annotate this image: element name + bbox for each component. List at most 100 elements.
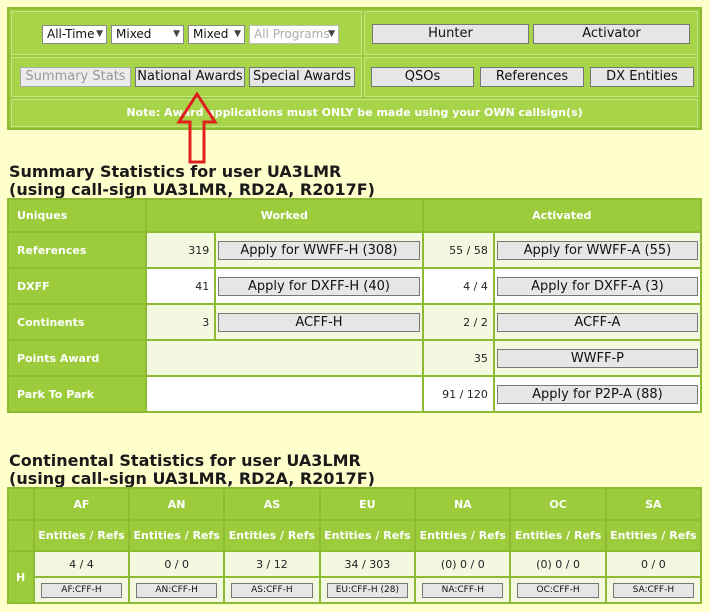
continent-value-sa: 0 / 0 (606, 552, 700, 576)
header-worked: Worked (147, 200, 422, 231)
apply-dxff-a-button[interactable]: Apply for DXFF-A (3) (496, 276, 698, 296)
apply-wwff-h-button[interactable]: Apply for WWFF-H (308) (218, 240, 420, 260)
worked-empty-cell (147, 341, 422, 375)
continent-header-eu: EU (320, 489, 415, 519)
role-cell: Hunter Activator (364, 11, 698, 55)
tab-national-awards[interactable]: National Awards (135, 67, 245, 87)
activated-action-cell: ACFF-A (494, 305, 700, 339)
subheader: Entities / Refs (416, 521, 510, 550)
mode-select-1[interactable]: Mixed ▼ (111, 25, 184, 44)
qsos-button[interactable]: QSOs (371, 67, 474, 87)
eu-cff-h-button[interactable]: EU:CFF-H (28) (326, 582, 409, 598)
table-row: Points Award 35 WWFF-P (9, 341, 700, 375)
summary-title: Summary Statistics for user UA3LMR (9, 162, 342, 181)
row-label: Points Award (9, 341, 145, 375)
subheader: Entities / Refs (34, 521, 129, 550)
activator-button[interactable]: Activator (533, 24, 690, 44)
continent-header-as: AS (225, 489, 319, 519)
activated-count: 2 / 2 (423, 305, 493, 339)
mode-select-1-value: Mixed (116, 27, 152, 41)
oc-cff-h-button[interactable]: OC:CFF-H (517, 582, 599, 598)
period-select[interactable]: All-Time ▼ (42, 25, 107, 44)
continent-value-an: 0 / 0 (130, 552, 224, 576)
as-cff-h-button[interactable]: AS:CFF-H (231, 582, 313, 598)
continent-header-an: AN (130, 489, 224, 519)
table-row: DXFF 41 Apply for DXFF-H (40) 4 / 4 Appl… (9, 269, 700, 303)
activated-action-cell: Apply for DXFF-A (3) (494, 269, 700, 303)
corner-cell (9, 521, 33, 550)
subheader: Entities / Refs (511, 521, 605, 550)
table-row: References 319 Apply for WWFF-H (308) 55… (9, 233, 700, 267)
row-label: Park To Park (9, 377, 145, 411)
continent-header-sa: SA (606, 489, 700, 519)
activated-count: 55 / 58 (423, 233, 493, 267)
continent-action-cell: AN:CFF-H (130, 578, 224, 602)
mode-select-2[interactable]: Mixed ▼ (188, 25, 245, 44)
continent-action-cell: OC:CFF-H (511, 578, 605, 602)
table-row: AF:CFF-H AN:CFF-H AS:CFF-H EU:CFF-H (28)… (9, 578, 700, 602)
references-button[interactable]: References (480, 67, 584, 87)
apply-dxff-h-button[interactable]: Apply for DXFF-H (40) (218, 276, 420, 296)
period-select-value: All-Time (47, 27, 95, 41)
worked-count: 3 (147, 305, 215, 339)
continent-header-af: AF (34, 489, 129, 519)
activated-action-cell: WWFF-P (494, 341, 700, 375)
continent-action-cell: AF:CFF-H (34, 578, 129, 602)
worked-action-cell: Apply for DXFF-H (40) (216, 269, 422, 303)
continental-title: Continental Statistics for user UA3LMR (9, 451, 361, 470)
continent-action-cell: SA:CFF-H (606, 578, 700, 602)
row-label: DXFF (9, 269, 145, 303)
acff-h-button[interactable]: ACFF-H (218, 312, 420, 332)
programs-select[interactable]: All Programs ▼ (249, 25, 339, 44)
table-row: Continents 3 ACFF-H 2 / 2 ACFF-A (9, 305, 700, 339)
corner-cell (9, 489, 33, 519)
activated-action-cell: Apply for WWFF-A (55) (494, 233, 700, 267)
wwff-p-button[interactable]: WWFF-P (496, 348, 698, 368)
header-activated: Activated (423, 200, 700, 231)
header-uniques: Uniques (9, 200, 145, 231)
summary-subtitle: (using call-sign UA3LMR, RD2A, R2017F) (9, 180, 375, 199)
tabs-cell: Summary Stats National Awards Special Aw… (11, 57, 362, 97)
apply-p2p-a-button[interactable]: Apply for P2P-A (88) (496, 384, 698, 404)
activated-count: 4 / 4 (423, 269, 493, 303)
chevron-down-icon: ▼ (173, 29, 180, 39)
row-label-h: H (9, 552, 33, 602)
continent-value-af: 4 / 4 (34, 552, 129, 576)
hunter-button[interactable]: Hunter (372, 24, 529, 44)
note-cell: Note: Award applications must ONLY be ma… (11, 99, 698, 127)
dx-entities-button[interactable]: DX Entities (590, 67, 694, 87)
an-cff-h-button[interactable]: AN:CFF-H (136, 582, 218, 598)
sa-cff-h-button[interactable]: SA:CFF-H (612, 582, 694, 598)
continent-value-oc: (0) 0 / 0 (511, 552, 605, 576)
acff-a-button[interactable]: ACFF-A (496, 312, 698, 332)
continent-action-cell: NA:CFF-H (416, 578, 510, 602)
tab-special-awards[interactable]: Special Awards (249, 67, 355, 87)
chevron-down-icon: ▼ (328, 29, 335, 39)
control-panel: All-Time ▼ Mixed ▼ Mixed ▼ All Programs … (7, 7, 702, 130)
subheader: Entities / Refs (320, 521, 415, 550)
subheader: Entities / Refs (606, 521, 700, 550)
activated-count: 91 / 120 (423, 377, 493, 411)
activated-action-cell: Apply for P2P-A (88) (494, 377, 700, 411)
table-row: Park To Park 91 / 120 Apply for P2P-A (8… (9, 377, 700, 411)
continental-subtitle: (using call-sign UA3LMR, RD2A, R2017F) (9, 469, 375, 488)
worked-empty-cell (147, 377, 422, 411)
continent-action-cell: AS:CFF-H (225, 578, 319, 602)
af-cff-h-button[interactable]: AF:CFF-H (40, 582, 123, 598)
subheader: Entities / Refs (130, 521, 224, 550)
up-arrow-annotation-icon (176, 92, 218, 164)
mode-select-2-value: Mixed (193, 27, 229, 41)
row-label: References (9, 233, 145, 267)
continent-action-cell: EU:CFF-H (28) (320, 578, 415, 602)
chevron-down-icon: ▼ (96, 29, 103, 39)
na-cff-h-button[interactable]: NA:CFF-H (422, 582, 504, 598)
continent-header-na: NA (416, 489, 510, 519)
apply-wwff-a-button[interactable]: Apply for WWFF-A (55) (496, 240, 698, 260)
summary-table: Uniques Worked Activated References 319 … (7, 198, 702, 413)
tab-summary-stats[interactable]: Summary Stats (20, 67, 131, 87)
award-note: Note: Award applications must ONLY be ma… (126, 106, 583, 119)
worked-action-cell: Apply for WWFF-H (308) (216, 233, 422, 267)
row-label: Continents (9, 305, 145, 339)
worked-action-cell: ACFF-H (216, 305, 422, 339)
worked-count: 41 (147, 269, 215, 303)
